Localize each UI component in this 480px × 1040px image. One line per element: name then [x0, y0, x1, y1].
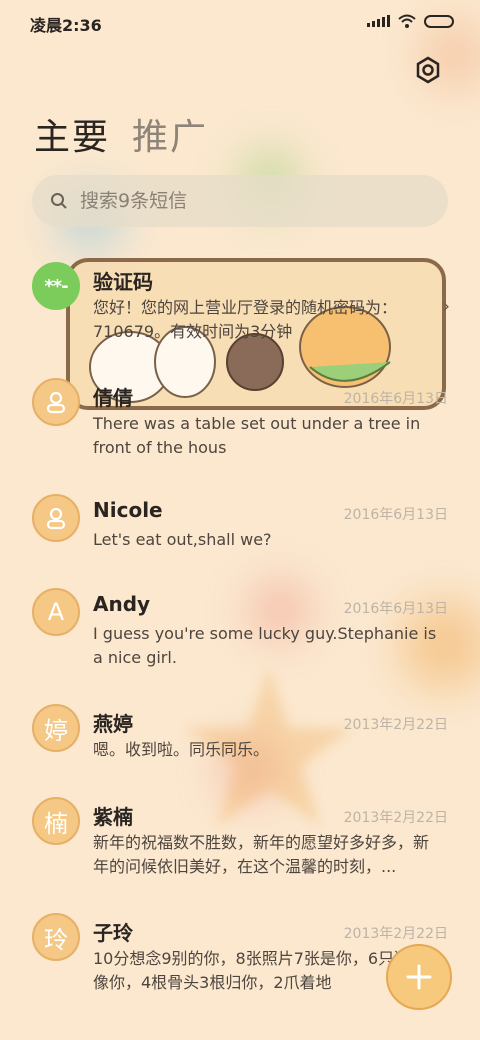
avatar: 楠 [32, 797, 80, 845]
new-message-button[interactable] [386, 944, 452, 1010]
message-preview: There was a table set out under a tree i… [93, 414, 421, 457]
wifi-icon [398, 14, 416, 28]
sender-name: 验证码 [93, 270, 153, 294]
message-preview: 嗯。收到啦。同乐同乐。 [93, 740, 270, 759]
avatar: 婷 [32, 704, 80, 752]
message-date: 2013年2月22日 [343, 810, 448, 826]
status-bar: 凌晨2:36 [0, 0, 480, 44]
message-date: 2013年2月22日 [343, 717, 448, 733]
battery-icon [424, 14, 454, 28]
avatar: A [32, 588, 80, 636]
person-icon [46, 507, 66, 530]
avatar [32, 378, 80, 426]
settings-button[interactable] [414, 56, 442, 84]
message-preview: 新年的祝福数不胜数，新年的愿望好多好多，新年的问候依旧美好，在这个温馨的时刻，.… [93, 833, 430, 876]
message-preview: 您好！您的网上营业厅登录的随机密码为：710679。有效时间为3分钟 [93, 298, 398, 341]
plus-icon [406, 964, 432, 990]
avatar: 玲 [32, 913, 80, 961]
chevron-right-icon: › [442, 296, 450, 317]
message-preview: I guess you're some lucky guy.Stephanie … [93, 624, 437, 667]
tab-bar: 主要 推广 [34, 108, 208, 160]
sender-name: 燕婷 [93, 712, 133, 736]
person-icon [46, 391, 66, 414]
signal-icon [367, 15, 390, 27]
message-date: 2016年6月13日 [343, 391, 448, 407]
status-time: 凌晨2:36 [30, 16, 102, 35]
tab-primary[interactable]: 主要 [34, 108, 110, 160]
search-input[interactable] [80, 190, 400, 212]
search-box[interactable] [32, 175, 448, 227]
sender-name: Nicole [93, 498, 163, 522]
message-date: 2016年6月13日 [343, 507, 448, 523]
message-date: 2013年2月22日 [343, 926, 448, 942]
message-preview: Let's eat out,shall we? [93, 530, 272, 549]
message-date: 2016年6月13日 [343, 601, 448, 617]
avatar: **- [32, 262, 80, 310]
sender-name: 倩倩 [93, 386, 133, 410]
sender-name: 紫楠 [93, 805, 133, 829]
status-icons [367, 14, 454, 28]
sender-name: 子玲 [93, 921, 133, 945]
sender-name: Andy [93, 592, 151, 616]
gear-icon [416, 56, 440, 84]
search-icon [51, 193, 67, 209]
tab-promotions[interactable]: 推广 [132, 108, 208, 160]
avatar [32, 494, 80, 542]
